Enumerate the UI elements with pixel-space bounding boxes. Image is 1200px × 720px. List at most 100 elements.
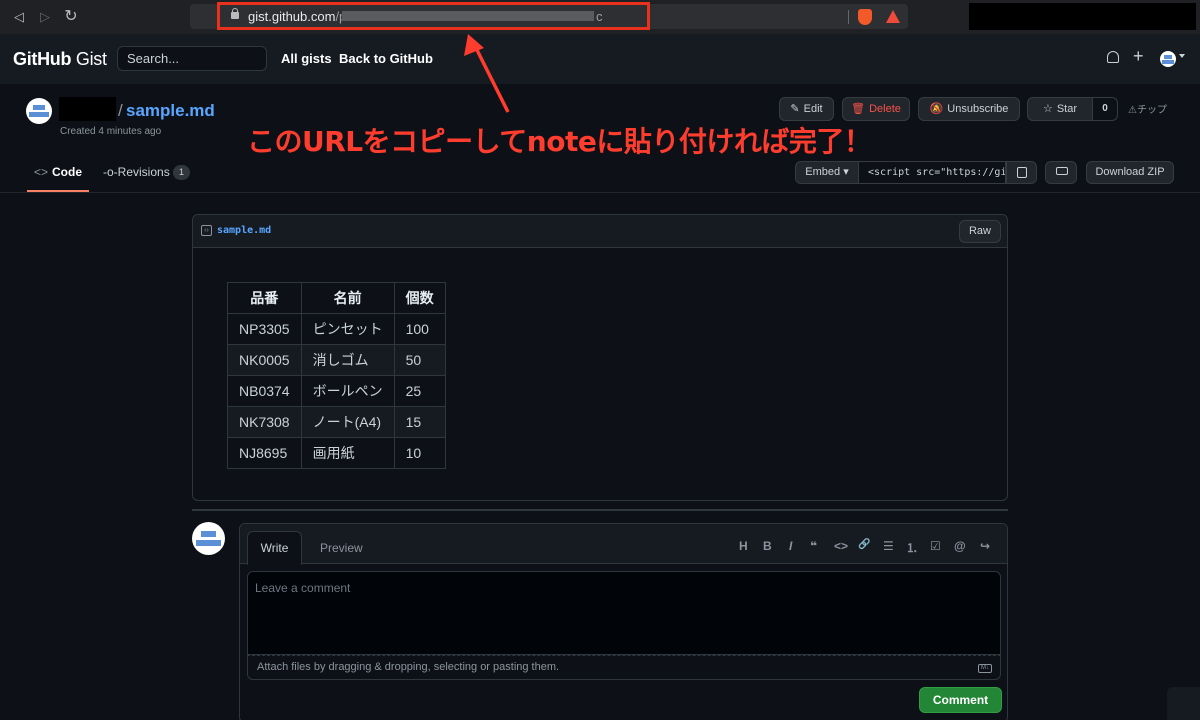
quote-icon[interactable]: ❝ (810, 539, 817, 553)
italic-icon[interactable]: I (789, 539, 792, 553)
star-count[interactable]: 0 (1092, 97, 1118, 121)
embed-url-input[interactable]: <script src="https://gist.github.com/ (858, 161, 1006, 184)
table-row: NJ8695 画用紙 10 (227, 437, 446, 469)
attach-files-area[interactable]: Attach files by dragging & dropping, sel… (247, 655, 1001, 680)
plus-icon[interactable]: + (1133, 46, 1144, 67)
code-icon: <> (34, 165, 49, 179)
caret-down-icon: ▾ (843, 166, 849, 178)
tab-code-label: Code (52, 165, 83, 179)
table-row: NK0005 消しゴム 50 (227, 344, 446, 376)
annotation-text: このURLをコピーしてnoteに貼り付ければ完了！ (247, 125, 872, 158)
markdown-icon: M↓ (978, 664, 992, 673)
table-cell: NK0005 (227, 344, 302, 376)
annotation-arrow (464, 34, 510, 113)
chevron-down-icon[interactable] (1179, 54, 1185, 58)
star-button[interactable]: ☆ Star (1027, 97, 1093, 121)
table-cell: 50 (393, 344, 446, 376)
open-desktop-button[interactable] (1045, 161, 1077, 184)
raw-button[interactable]: Raw (959, 220, 1001, 243)
table-cell: 画用紙 (300, 437, 395, 469)
table-cell: ピンセット (300, 313, 395, 345)
search-input[interactable]: Search... (117, 46, 267, 71)
star-label: Star (1056, 103, 1078, 115)
timeline-divider (192, 509, 1008, 511)
table-row: NB0374 ボールペン 25 (227, 375, 446, 407)
unsubscribe-label: Unsubscribe (947, 103, 1009, 115)
reference-icon[interactable]: ↪ (980, 539, 990, 553)
file-header: ‹› sample.md Raw (193, 215, 1007, 248)
edit-label: Edit (803, 103, 823, 115)
table-cell: 25 (393, 375, 446, 407)
table-cell: 10 (393, 437, 446, 469)
delete-button[interactable]: 🗑 Delete (842, 97, 910, 121)
bold-icon[interactable]: B (763, 539, 772, 553)
tab-divider (0, 192, 1200, 193)
comment-form: Write Preview H B I ❝ <> 🔗 ☰ ⒈ ☑ @ ↪ Lea… (239, 523, 1008, 720)
back-icon[interactable]: ◁ (10, 8, 28, 26)
brave-rewards-icon[interactable] (886, 10, 900, 23)
pencil-icon: ✎ (790, 103, 800, 115)
brave-shield-icon[interactable] (858, 9, 872, 25)
tab-preview[interactable]: Preview (320, 541, 363, 555)
table-cell: NB0374 (227, 375, 302, 407)
tab-code[interactable]: <> Code (34, 165, 82, 179)
delete-label: Delete (869, 103, 901, 115)
embed-label: Embed (805, 166, 841, 178)
bell-icon[interactable] (1107, 51, 1119, 63)
embed-dropdown[interactable]: Embed ▾ (795, 161, 859, 184)
table-cell: 100 (393, 313, 446, 345)
tab-revisions[interactable]: -o-Revisions (103, 165, 170, 179)
file-box: ‹› sample.md Raw 品番 名前 個数 NP3305 ピンセット 1… (192, 214, 1008, 501)
download-zip-button[interactable]: Download ZIP (1086, 161, 1174, 184)
logo-sub: Gist (75, 49, 107, 69)
tip-button[interactable]: ⚠チップ (1128, 101, 1167, 116)
user-avatar[interactable] (1160, 51, 1176, 67)
column-header: 個数 (393, 282, 446, 314)
forward-icon[interactable]: ▷ (36, 8, 54, 26)
copy-icon (1017, 167, 1027, 178)
table-row: NP3305 ピンセット 100 (227, 313, 446, 345)
copy-button[interactable] (1006, 161, 1037, 184)
trash-icon: 🗑 (851, 103, 866, 115)
created-time: Created 4 minutes ago (60, 126, 162, 137)
revisions-count: 1 (173, 165, 190, 180)
comment-form-header: Write Preview H B I ❝ <> 🔗 ☰ ⒈ ☑ @ ↪ (240, 524, 1007, 565)
reload-icon[interactable]: ↻ (62, 8, 80, 26)
github-gist-logo[interactable]: GitHub Gist (13, 49, 107, 70)
edit-button[interactable]: ✎ Edit (779, 97, 834, 121)
link-icon[interactable]: 🔗 (858, 539, 870, 550)
revisions-icon: -o- (103, 165, 118, 179)
toolbar-divider (848, 10, 849, 24)
markdown-table: 品番 名前 個数 NP3305 ピンセット 100 NK0005 消しゴム 50… (227, 282, 446, 469)
heading-icon[interactable]: H (739, 539, 748, 553)
tab-write[interactable]: Write (247, 531, 302, 565)
comment-textarea[interactable]: Leave a comment (247, 571, 1001, 655)
comment-button[interactable]: Comment (919, 687, 1002, 713)
numbered-list-icon[interactable]: ⒈ (906, 539, 918, 556)
table-cell: 消しゴム (300, 344, 395, 376)
column-header: 名前 (300, 282, 395, 314)
title-slash: / (118, 101, 123, 120)
table-cell: NJ8695 (227, 437, 302, 469)
table-cell: ボールペン (300, 375, 395, 407)
gist-title[interactable]: sample.md (126, 101, 215, 121)
corner-widget[interactable] (1167, 687, 1200, 720)
bulleted-list-icon[interactable]: ☰ (883, 539, 894, 553)
nav-all-gists[interactable]: All gists (281, 51, 332, 66)
desktop-icon (1056, 167, 1068, 175)
commenter-avatar[interactable] (192, 522, 225, 555)
unsubscribe-button[interactable]: 🔕 Unsubscribe (918, 97, 1020, 121)
owner-name-redaction (59, 97, 116, 121)
file-name-link[interactable]: sample.md (217, 225, 271, 236)
attach-text: Attach files by dragging & dropping, sel… (257, 661, 560, 673)
tip-icon: ⚠ (1128, 105, 1137, 116)
mention-icon[interactable]: @ (954, 539, 966, 553)
code-icon[interactable]: <> (834, 539, 848, 553)
owner-avatar[interactable] (26, 98, 52, 124)
task-list-icon[interactable]: ☑ (930, 539, 941, 553)
file-code-icon: ‹› (201, 225, 212, 236)
star-icon: ☆ (1042, 103, 1053, 115)
table-row: NK7308 ノート(A4) 15 (227, 406, 446, 438)
nav-back-to-github[interactable]: Back to GitHub (339, 51, 433, 66)
url-highlight-box (217, 2, 650, 30)
